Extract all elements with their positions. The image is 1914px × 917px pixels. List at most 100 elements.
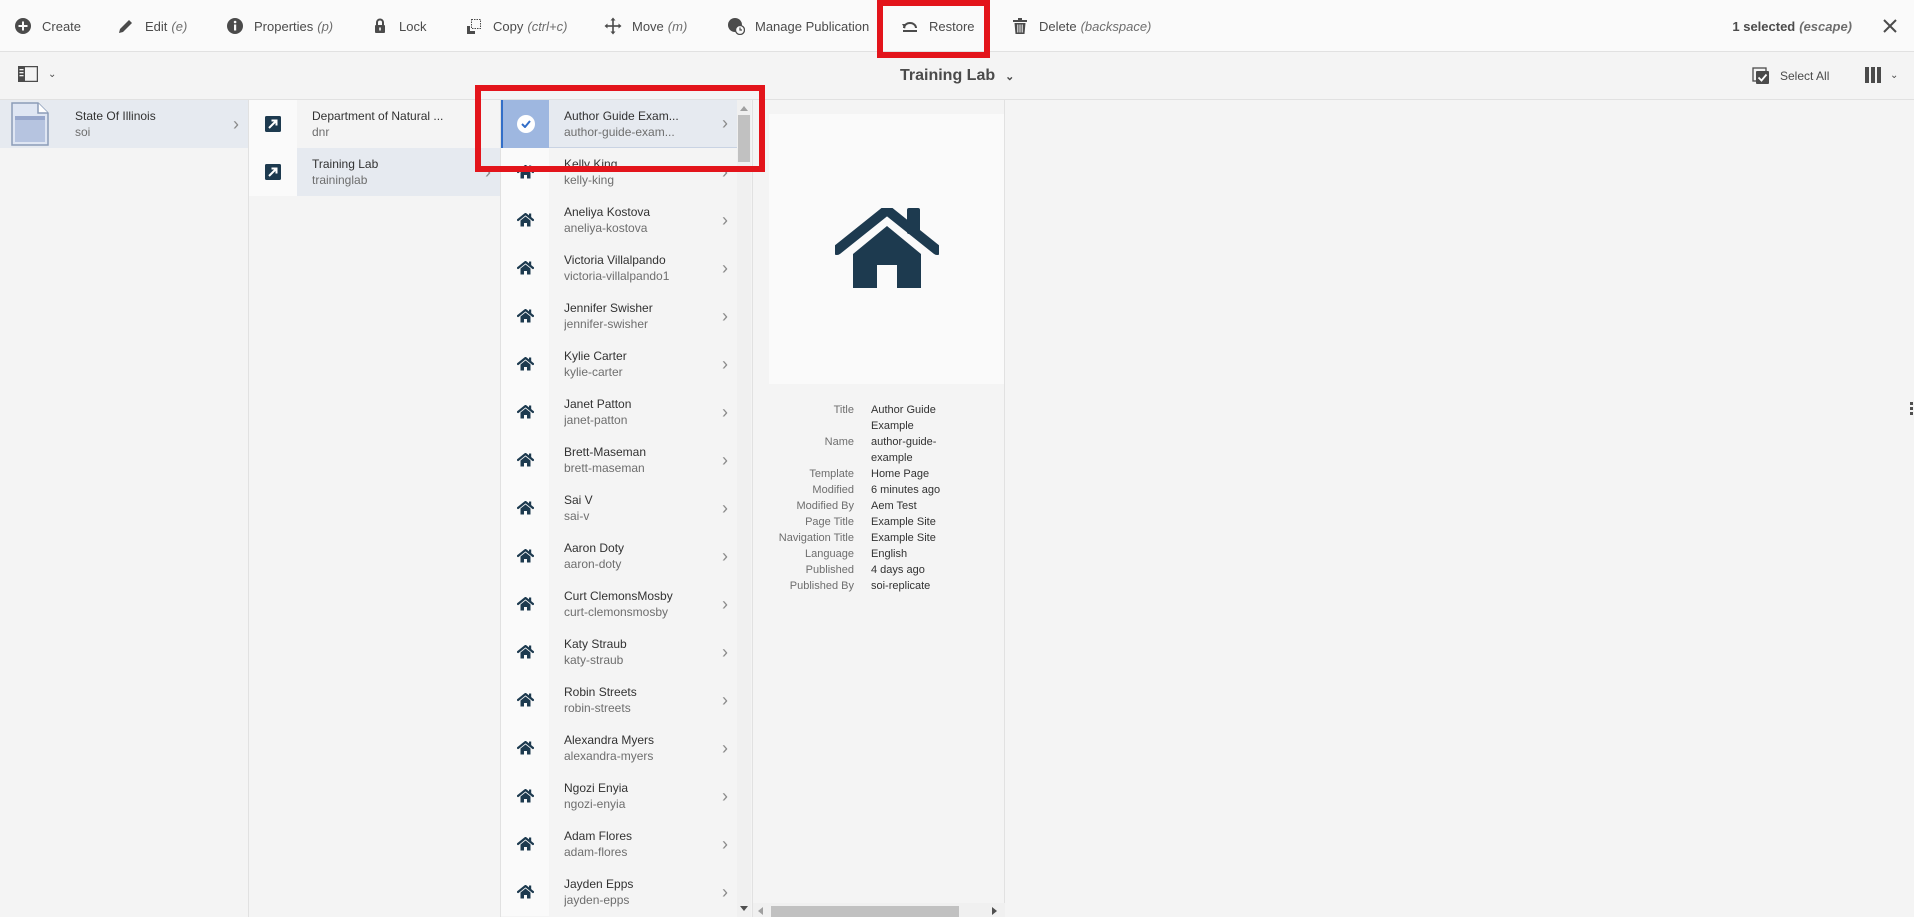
chevron-right-icon[interactable]: › xyxy=(224,114,248,135)
column-item-robin-streets[interactable]: Robin Streets robin-streets › xyxy=(501,676,737,724)
chevron-right-icon[interactable]: › xyxy=(713,786,737,807)
column-item-ngozi-enyia[interactable]: Ngozi Enyia ngozi-enyia › xyxy=(501,772,737,820)
chevron-right-icon[interactable]: › xyxy=(713,690,737,711)
property-label: Title xyxy=(833,404,854,416)
chevron-right-icon[interactable]: › xyxy=(713,498,737,519)
item-name: soi xyxy=(75,125,91,139)
page-list: Author Guide Exam... author-guide-exam...… xyxy=(501,100,737,917)
horizontal-scrollbar[interactable] xyxy=(753,903,1005,917)
column-item-author-guide-exam[interactable]: Author Guide Exam... author-guide-exam...… xyxy=(501,100,737,148)
column-soi: Department of Natural ... dnr Training L… xyxy=(249,100,501,917)
vertical-scrollbar[interactable] xyxy=(737,100,751,917)
home-icon xyxy=(516,453,534,467)
item-name: janet-patton xyxy=(564,413,628,427)
chevron-right-icon[interactable]: › xyxy=(713,258,737,279)
scroll-right-arrow-icon[interactable] xyxy=(992,907,997,915)
chevron-right-icon[interactable]: › xyxy=(713,354,737,375)
restore-label: Restore xyxy=(929,18,975,34)
chevron-right-icon[interactable]: › xyxy=(713,834,737,855)
select-all-button[interactable]: Select All xyxy=(1752,52,1829,100)
chevron-right-icon[interactable]: › xyxy=(713,882,737,903)
column-item-jayden-epps[interactable]: Jayden Epps jayden-epps › xyxy=(501,868,737,916)
delete-button[interactable]: Delete (backspace) xyxy=(1011,0,1151,52)
page-thumbnail xyxy=(501,436,549,484)
item-name: ngozi-enyia xyxy=(564,797,626,811)
panel-resize-handle[interactable] xyxy=(1910,402,1914,416)
property-row: Page Title Example Site xyxy=(753,514,1004,530)
scrollbar-thumb[interactable] xyxy=(771,906,959,917)
chevron-right-icon[interactable]: › xyxy=(713,450,737,471)
page-thumbnail xyxy=(249,100,297,148)
column-item-curt-clemonsmosby[interactable]: Curt ClemonsMosby curt-clemonsmosby › xyxy=(501,580,737,628)
location-title-dropdown[interactable]: Training Lab ⌄ xyxy=(900,52,1014,100)
chevron-right-icon[interactable]: › xyxy=(713,402,737,423)
column-item-alexandra-myers[interactable]: Alexandra Myers alexandra-myers › xyxy=(501,724,737,772)
restore-button[interactable]: Restore xyxy=(901,0,975,52)
item-name: aneliya-kostova xyxy=(564,221,648,235)
create-button[interactable]: Create xyxy=(14,0,81,52)
scroll-down-arrow-icon[interactable] xyxy=(740,906,748,911)
column-item-aaron-doty[interactable]: Aaron Doty aaron-doty › xyxy=(501,532,737,580)
chevron-right-icon[interactable]: › xyxy=(713,210,737,231)
column-item-adam-flores[interactable]: Adam Flores adam-flores › xyxy=(501,820,737,868)
page-thumbnail xyxy=(0,100,60,148)
column-item-katy-straub[interactable]: Katy Straub katy-straub › xyxy=(501,628,737,676)
view-switcher[interactable]: ⌄ xyxy=(1864,66,1898,84)
selection-check[interactable] xyxy=(501,100,549,148)
chevron-right-icon[interactable]: › xyxy=(713,546,737,567)
column-item-jennifer-swisher[interactable]: Jennifer Swisher jennifer-swisher › xyxy=(501,292,737,340)
copy-button[interactable]: Copy (ctrl+c) xyxy=(465,0,567,52)
chevron-right-icon[interactable]: › xyxy=(713,594,737,615)
chevron-right-icon[interactable]: › xyxy=(713,306,737,327)
property-value: 6 minutes ago xyxy=(871,484,941,496)
selection-count: 1 selected (escape) xyxy=(1732,0,1852,52)
column-item-victoria-villalpando1[interactable]: Victoria Villalpando victoria-villalpando… xyxy=(501,244,737,292)
location-title: Training Lab xyxy=(900,67,996,84)
property-label: Published By xyxy=(789,580,854,592)
column-item-janet-patton[interactable]: Janet Patton janet-patton › xyxy=(501,388,737,436)
chevron-right-icon[interactable]: › xyxy=(713,162,737,183)
copy-icon xyxy=(465,17,483,35)
move-button[interactable]: Move (m) xyxy=(604,0,687,52)
property-row: Name author-guide-example xyxy=(753,434,1004,466)
item-title: Sai V xyxy=(564,493,593,507)
item-title: Katy Straub xyxy=(564,637,627,651)
column-item-aneliya-kostova[interactable]: Aneliya Kostova aneliya-kostova › xyxy=(501,196,737,244)
scrollbar-thumb[interactable] xyxy=(738,115,750,162)
selection-count-label: 1 selected xyxy=(1732,18,1796,34)
edit-button[interactable]: Edit (e) xyxy=(117,0,187,52)
properties-button[interactable]: Properties (p) xyxy=(226,0,333,52)
column-item-kylie-carter[interactable]: Kylie Carter kylie-carter › xyxy=(501,340,737,388)
scroll-left-arrow-icon[interactable] xyxy=(758,907,763,915)
item-name: kelly-king xyxy=(564,173,615,187)
rail-toggle-button[interactable]: ⌄ xyxy=(18,66,56,82)
property-row: Modified By Aem Test xyxy=(753,498,1004,514)
chevron-right-icon[interactable]: › xyxy=(713,113,737,134)
properties-label: Properties xyxy=(254,18,314,34)
column-item-kelly-king[interactable]: Kelly King kelly-king › xyxy=(501,148,737,196)
manage-publication-button[interactable]: Manage Publication xyxy=(727,0,869,52)
column-item-dnr[interactable]: Department of Natural ... dnr xyxy=(249,100,500,148)
clear-selection-button[interactable] xyxy=(1880,16,1900,36)
chevron-right-icon[interactable]: › xyxy=(713,738,737,759)
lock-button[interactable]: Lock xyxy=(371,0,426,52)
create-label: Create xyxy=(42,18,82,34)
chevron-right-icon[interactable]: › xyxy=(713,642,737,663)
column-item-traininglab[interactable]: Training Lab traininglab › xyxy=(249,148,500,196)
home-icon xyxy=(516,693,534,707)
column-item-state-of-illinois[interactable]: State Of Illinois soi › xyxy=(0,100,248,148)
page-thumbnail xyxy=(501,292,549,340)
copy-shortcut-hint: (ctrl+c) xyxy=(527,18,568,34)
item-name: sai-v xyxy=(564,509,590,523)
column-item-brett-maseman[interactable]: Brett-Maseman brett-maseman › xyxy=(501,436,737,484)
item-name: kylie-carter xyxy=(564,365,623,379)
action-toolbar: Create Edit (e) Properties (p) Lock Copy… xyxy=(0,0,1914,52)
chevron-right-icon[interactable]: › xyxy=(476,162,500,183)
lock-label: Lock xyxy=(399,18,427,34)
home-icon xyxy=(516,837,534,851)
property-value: Example Site xyxy=(871,532,936,544)
property-row: Published 4 days ago xyxy=(753,562,1004,578)
property-label: Page Title xyxy=(805,516,854,528)
column-item-sai-v[interactable]: Sai V sai-v › xyxy=(501,484,737,532)
scroll-up-arrow-icon[interactable] xyxy=(740,106,748,111)
